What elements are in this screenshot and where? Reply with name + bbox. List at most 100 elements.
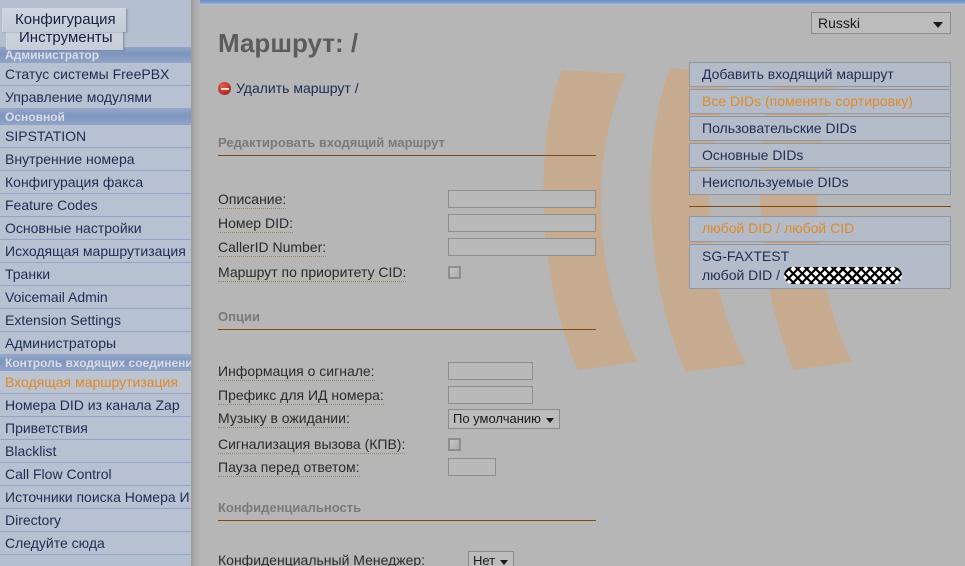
ringer-label: Сигнализация вызова (КПВ): bbox=[218, 436, 406, 454]
delete-route-link[interactable]: Удалить маршрут / bbox=[218, 80, 359, 96]
did-filter-button-0[interactable]: Добавить входящий маршрут bbox=[689, 62, 951, 87]
sidebar-item-6[interactable]: Конфигурация факса bbox=[0, 171, 191, 194]
sidebar-item-21[interactable]: Directory bbox=[0, 509, 191, 532]
section-privacy: Конфиденциальность bbox=[218, 500, 596, 521]
privacy-manager-select-value: Нет bbox=[473, 553, 496, 566]
section-edit-route-title: Редактировать входящий маршрут bbox=[218, 135, 445, 150]
did-filter-button-1[interactable]: Все DIDs (поменять сортировку) bbox=[689, 89, 951, 114]
ringer-control bbox=[448, 435, 461, 451]
alert-info-input[interactable] bbox=[448, 362, 533, 380]
did-filter-button-2[interactable]: Пользовательские DIDs bbox=[689, 116, 951, 141]
route-list-item[interactable]: SG-FAXTEST любой DID / bbox=[689, 244, 951, 289]
field-row-callerid: CallerID Number: bbox=[218, 238, 596, 259]
sidebar-section-header: Основной bbox=[0, 109, 191, 125]
privacy-manager-select[interactable]: Нет bbox=[468, 551, 515, 566]
did-filter-button-3[interactable]: Основные DIDs bbox=[689, 143, 951, 168]
route-item-line2: любой DID / bbox=[702, 266, 950, 285]
sidebar-item-4[interactable]: SIPSTATION bbox=[0, 125, 191, 148]
field-row-ringer: Сигнализация вызова (КПВ): bbox=[218, 435, 461, 456]
sidebar-item-18[interactable]: Blacklist bbox=[0, 440, 191, 463]
privacy-manager-control: Нет bbox=[468, 551, 515, 566]
section-rule bbox=[218, 155, 596, 156]
did-label: Номер DID: bbox=[218, 215, 293, 233]
sidebar-tabs: Инструменты Конфигурация bbox=[0, 5, 191, 50]
tab-configuration[interactable]: Конфигурация bbox=[2, 8, 127, 32]
redaction-mark bbox=[783, 267, 902, 284]
language-select[interactable]: Russki bbox=[811, 12, 951, 34]
route-list-item[interactable]: любой DID / любой CID bbox=[689, 216, 951, 242]
cid-priority-checkbox[interactable] bbox=[448, 266, 461, 279]
section-options-title: Опции bbox=[218, 309, 260, 324]
field-row-alert-info: Информация о сигнале: bbox=[218, 362, 533, 383]
callerid-control bbox=[448, 238, 596, 256]
delete-icon bbox=[218, 82, 231, 95]
moh-control: По умолчанию bbox=[448, 409, 560, 429]
sidebar-item-22[interactable]: Следуйте сюда bbox=[0, 532, 191, 555]
ringer-checkbox[interactable] bbox=[448, 438, 461, 451]
cid-priority-control bbox=[448, 263, 461, 279]
section-privacy-title: Конфиденциальность bbox=[218, 500, 362, 515]
right-panel: Russki Добавить входящий маршрут Все DIDs… bbox=[689, 12, 951, 291]
sidebar-item-1[interactable]: Статус системы FreePBX bbox=[0, 63, 191, 86]
did-filter-buttons: Добавить входящий маршрут Все DIDs (помен… bbox=[689, 62, 951, 195]
chevron-down-icon bbox=[500, 560, 509, 565]
sidebar-item-7[interactable]: Feature Codes bbox=[0, 194, 191, 217]
did-filter-button-4[interactable]: Неиспользуемые DIDs bbox=[689, 170, 951, 195]
sidebar-item-15[interactable]: Входящая маршрутизация bbox=[0, 371, 191, 394]
field-row-moh: Музыку в ожидании: По умолчанию bbox=[218, 409, 560, 430]
route-item-line1: SG-FAXTEST bbox=[702, 248, 790, 264]
description-label: Описание: bbox=[218, 191, 287, 209]
sidebar-item-19[interactable]: Call Flow Control bbox=[0, 463, 191, 486]
sidebar-item-20[interactable]: Источники поиска Номера И bbox=[0, 486, 191, 509]
delete-route-label: Удалить маршрут / bbox=[236, 80, 359, 96]
field-row-privacy-manager: Конфиденциальный Менеджер: Нет bbox=[218, 551, 515, 566]
tab-configuration-label: Конфигурация bbox=[15, 11, 116, 28]
sidebar-item-13[interactable]: Администраторы bbox=[0, 332, 191, 355]
field-row-cid-prefix: Префикс для ИД номера: bbox=[218, 386, 533, 407]
pause-input[interactable] bbox=[448, 458, 496, 476]
description-control bbox=[448, 190, 596, 208]
section-rule bbox=[218, 329, 596, 330]
callerid-input[interactable] bbox=[448, 238, 596, 256]
pause-label: Пауза перед ответом: bbox=[218, 459, 360, 477]
pause-control bbox=[448, 458, 496, 476]
sidebar-item-9[interactable]: Исходящая маршрутизация bbox=[0, 240, 191, 263]
callerid-label: CallerID Number: bbox=[218, 239, 327, 257]
sidebar-item-5[interactable]: Внутренние номера bbox=[0, 148, 191, 171]
cid-prefix-control bbox=[448, 386, 533, 404]
alert-info-control bbox=[448, 362, 533, 380]
sidebar-menu: Администратор Статус системы FreePBX Управ… bbox=[0, 47, 191, 555]
cid-prefix-input[interactable] bbox=[448, 386, 533, 404]
section-rule bbox=[218, 520, 596, 521]
alert-info-label: Информация о сигнале: bbox=[218, 363, 375, 381]
app-root: Инструменты Конфигурация Администратор Ст… bbox=[0, 0, 965, 566]
field-row-cid-priority: Маршрут по приоритету CID: bbox=[218, 263, 461, 284]
cid-priority-label: Маршрут по приоритету CID: bbox=[218, 264, 407, 282]
sidebar-item-10[interactable]: Транки bbox=[0, 263, 191, 286]
route-list: любой DID / любой CID SG-FAXTEST любой DID… bbox=[689, 216, 951, 289]
language-select-value: Russki bbox=[818, 15, 861, 31]
moh-select-value: По умолчанию bbox=[453, 411, 541, 426]
page-title: Маршрут: / bbox=[218, 28, 359, 58]
chevron-down-icon bbox=[545, 418, 554, 423]
sidebar-item-16[interactable]: Номера DID из канала Zap bbox=[0, 394, 191, 417]
right-panel-divider bbox=[689, 206, 951, 207]
privacy-manager-label: Конфиденциальный Менеджер: bbox=[218, 551, 425, 566]
sidebar-item-8[interactable]: Основные настройки bbox=[0, 217, 191, 240]
field-row-did: Номер DID: bbox=[218, 214, 596, 235]
section-options: Опции bbox=[218, 309, 596, 330]
sidebar-item-17[interactable]: Приветствия bbox=[0, 417, 191, 440]
field-row-description: Описание: bbox=[218, 190, 596, 211]
sidebar-item-2[interactable]: Управление модулями bbox=[0, 86, 191, 109]
description-input[interactable] bbox=[448, 190, 596, 208]
sidebar-divider bbox=[191, 0, 200, 566]
moh-select[interactable]: По умолчанию bbox=[448, 409, 560, 429]
field-row-pause: Пауза перед ответом: bbox=[218, 458, 496, 479]
did-input[interactable] bbox=[448, 214, 596, 232]
sidebar-item-11[interactable]: Voicemail Admin bbox=[0, 286, 191, 309]
sidebar: Инструменты Конфигурация Администратор Ст… bbox=[0, 0, 191, 566]
route-item-line2-text: любой DID / bbox=[702, 267, 784, 283]
sidebar-item-12[interactable]: Extension Settings bbox=[0, 309, 191, 332]
moh-label: Музыку в ожидании: bbox=[218, 410, 350, 428]
route-item-line1: любой DID / любой CID bbox=[702, 220, 855, 236]
